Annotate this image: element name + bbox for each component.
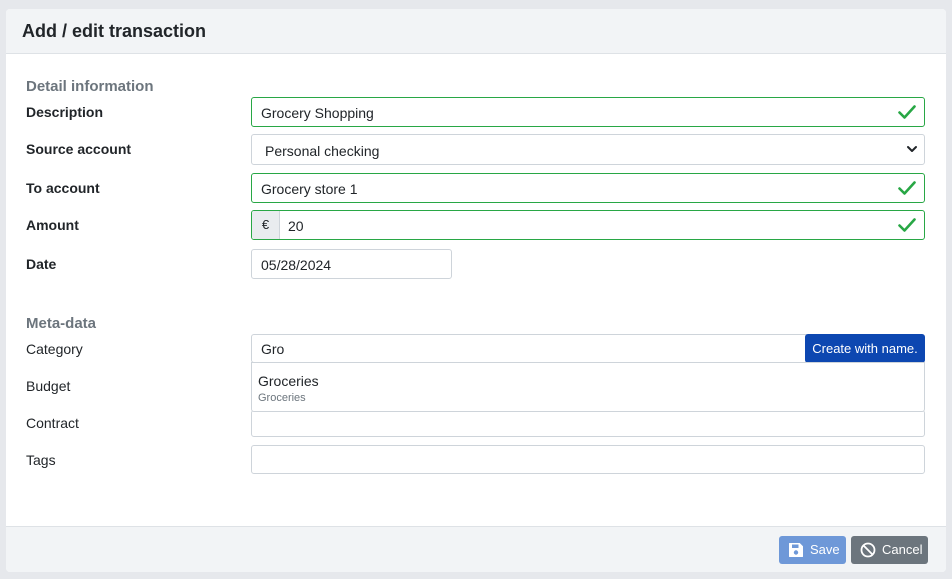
suggestion-item-name[interactable]: Groceries	[258, 373, 319, 389]
to-account-label: To account	[26, 180, 100, 196]
category-input[interactable]: Gro	[251, 334, 807, 363]
category-suggestion-dropdown[interactable]: Groceries Groceries	[251, 362, 925, 412]
contract-input[interactable]	[251, 410, 925, 437]
save-button-label: Save	[810, 542, 840, 557]
create-with-name-button[interactable]: Create with name.	[805, 334, 925, 363]
date-label: Date	[26, 256, 57, 272]
description-input[interactable]: Grocery Shopping	[251, 97, 925, 127]
source-account-select[interactable]: Personal checking	[251, 134, 925, 165]
category-value: Gro	[261, 341, 285, 357]
contract-label: Contract	[26, 415, 79, 431]
source-account-value: Personal checking	[265, 143, 380, 159]
category-label: Category	[26, 341, 83, 357]
description-label: Description	[26, 104, 104, 120]
check-icon	[898, 218, 916, 232]
to-account-input[interactable]: Grocery store 1	[251, 173, 925, 203]
amount-value: 20	[288, 218, 304, 234]
meta-section-title: Meta-data	[26, 315, 97, 332]
save-icon	[789, 543, 803, 557]
to-account-value: Grocery store 1	[261, 181, 358, 197]
amount-input[interactable]: € 20	[251, 210, 925, 240]
cancel-icon	[860, 542, 876, 558]
modal-title: Add / edit transaction	[22, 21, 207, 41]
modal-header: Add / edit transaction	[6, 9, 946, 54]
tags-label: Tags	[26, 452, 56, 468]
modal-footer: Save Cancel	[6, 526, 946, 572]
check-icon	[898, 105, 916, 119]
amount-label: Amount	[26, 217, 79, 233]
tags-input[interactable]	[251, 445, 925, 474]
source-account-label: Source account	[26, 141, 132, 157]
description-value: Grocery Shopping	[261, 105, 374, 121]
check-icon	[898, 181, 916, 195]
currency-prefix: €	[252, 211, 280, 239]
detail-section-title: Detail information	[26, 78, 154, 95]
transaction-modal: Add / edit transaction Detail informatio…	[6, 9, 946, 572]
suggestion-item-sub: Groceries	[258, 392, 306, 404]
chevron-down-icon	[907, 146, 917, 152]
date-value: 05/28/2024	[261, 257, 332, 273]
budget-label: Budget	[26, 378, 71, 394]
date-input[interactable]: 05/28/2024	[251, 249, 452, 279]
cancel-button[interactable]: Cancel	[851, 536, 928, 564]
save-button[interactable]: Save	[779, 536, 846, 564]
cancel-button-label: Cancel	[882, 542, 923, 557]
